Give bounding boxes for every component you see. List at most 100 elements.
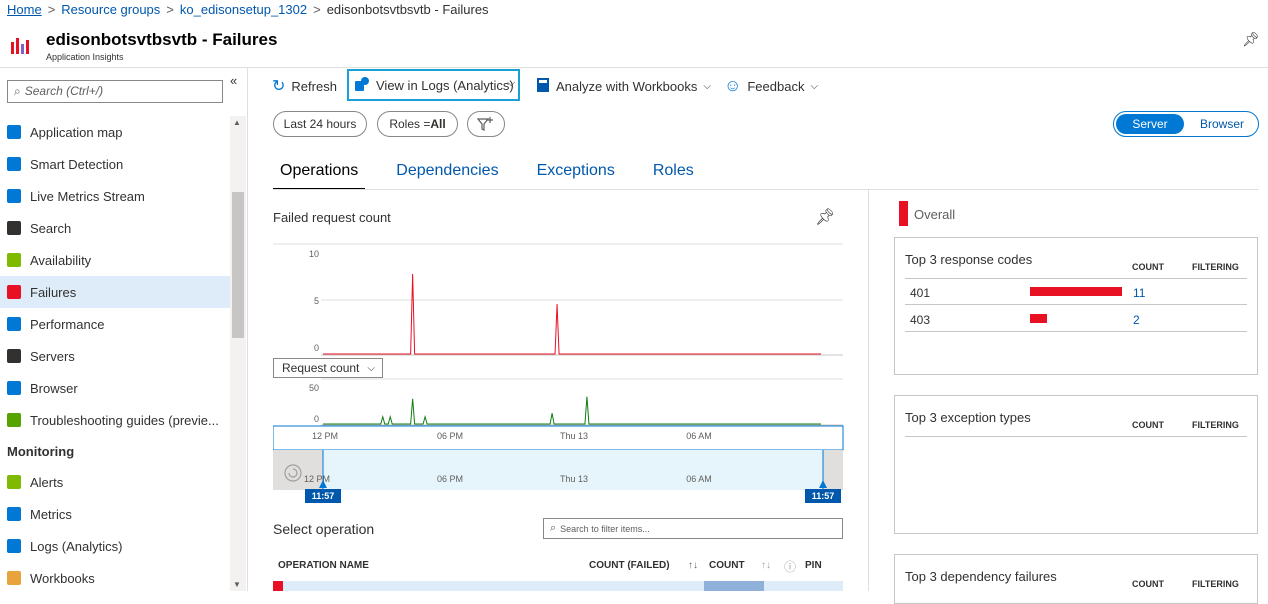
globe-icon (7, 253, 21, 267)
sidebar-item-application-map[interactable]: Application map (0, 116, 230, 148)
sidebar-scrollbar[interactable]: ▲ ▼ (230, 116, 246, 591)
sort-icon[interactable]: ↑↓ (688, 560, 698, 571)
range-start-label: 11:57 (312, 491, 335, 501)
chevron-down-icon: ⌵ (703, 80, 711, 92)
alert-icon (7, 475, 21, 489)
card-title: Top 3 dependency failures (905, 569, 1057, 584)
toggle-server[interactable]: Server (1116, 114, 1184, 134)
app-map-icon (7, 125, 21, 139)
workbooks-icon (7, 571, 21, 585)
sidebar: ⌕ Search (Ctrl+/) « Application map Smart … (0, 68, 248, 591)
collapse-sidebar-icon[interactable]: « (230, 73, 237, 88)
response-code-count[interactable]: 2 (1133, 313, 1140, 327)
scroll-thumb[interactable] (232, 192, 244, 338)
tab-dependencies[interactable]: Dependencies (389, 162, 505, 190)
pin-chart-icon[interactable]: 📌︎ (815, 207, 835, 227)
sidebar-item-troubleshooting-guides-previe[interactable]: Troubleshooting guides (previe... (0, 404, 230, 436)
add-filter-button[interactable] (467, 111, 505, 137)
analyze-workbooks-button[interactable]: Analyze with Workbooks ⌵ (536, 74, 711, 98)
table-row[interactable] (273, 581, 843, 591)
roles-pill-value: All (430, 117, 446, 131)
response-code-row[interactable]: 403 2 (905, 306, 1247, 332)
range-end-label: 11:57 (812, 491, 835, 501)
sidebar-item-browser[interactable]: Browser (0, 372, 230, 404)
sidebar-item-alerts[interactable]: Alerts (0, 466, 230, 498)
chevron-down-icon[interactable]: ⌵ (507, 77, 515, 90)
sidebar-item-label: Performance (30, 316, 105, 332)
scroll-down-icon[interactable]: ▼ (233, 580, 241, 589)
sidebar-item-label: Search (30, 220, 72, 236)
pin-icon[interactable]: 📌︎ (1242, 31, 1260, 48)
request-count-dropdown[interactable]: Request count ⌵ (273, 358, 383, 378)
sidebar-item-failures[interactable]: Failures (0, 276, 230, 308)
failed-series-line (323, 273, 821, 355)
breadcrumb-separator: > (47, 2, 56, 17)
row-failure-marker (273, 581, 283, 591)
response-code: 403 (910, 313, 931, 327)
response-code-count[interactable]: 11 (1133, 286, 1145, 300)
sidebar-item-label: Servers (30, 348, 75, 364)
sidebar-item-logs-analytics[interactable]: Logs (Analytics) (0, 530, 230, 562)
chevron-down-icon: ⌵ (810, 80, 819, 92)
filter-items-input[interactable]: ⌕ Search to filter items... (543, 518, 843, 539)
select-operation-label: Select operation (273, 521, 375, 537)
range-brush-selection[interactable] (323, 450, 823, 490)
server-browser-toggle[interactable]: Server Browser (1113, 111, 1259, 137)
col-pin[interactable]: PIN (805, 560, 822, 571)
x-axis-box (273, 425, 844, 451)
card-divider (905, 436, 1247, 437)
sort-icon[interactable]: ↑↓ (761, 560, 771, 571)
search-icon: ⌕ (14, 84, 21, 98)
roles-pill[interactable]: Roles = All (377, 111, 458, 137)
col-count[interactable]: COUNT (709, 560, 745, 571)
request-tick: 0 (314, 414, 319, 424)
toggle-browser[interactable]: Browser (1186, 112, 1258, 136)
help-icon[interactable]: ⓘ (784, 558, 796, 575)
card-title: Top 3 response codes (905, 252, 1033, 267)
col-operation-name[interactable]: OPERATION NAME (278, 560, 369, 571)
failures-icon (7, 285, 21, 299)
sidebar-item-label: Failures (30, 284, 77, 300)
sidebar-item-availability[interactable]: Availability (0, 244, 230, 276)
breadcrumb-home[interactable]: Home (7, 2, 42, 17)
breadcrumb-resource-groups[interactable]: Resource groups (61, 2, 160, 17)
browser-icon (7, 381, 21, 395)
sidebar-item-workbooks[interactable]: Workbooks (0, 562, 230, 594)
troubleshoot-icon (7, 413, 21, 427)
sidebar-search-input[interactable]: ⌕ Search (Ctrl+/) (7, 80, 223, 103)
filter-items-placeholder: Search to filter items... (560, 523, 650, 534)
smiley-icon: ☺ (724, 76, 742, 95)
sidebar-item-metrics[interactable]: Metrics (0, 498, 230, 530)
col-count-failed[interactable]: COUNT (FAILED) (589, 560, 670, 571)
sidebar-item-live-metrics-stream[interactable]: Live Metrics Stream (0, 180, 230, 212)
server-icon (7, 349, 21, 363)
tab-roles[interactable]: Roles (646, 162, 701, 190)
x-tick: 12 PM (312, 431, 338, 441)
time-range-pill[interactable]: Last 24 hours (273, 111, 367, 137)
breadcrumb-group[interactable]: ko_edisonsetup_1302 (180, 2, 307, 17)
tab-operations[interactable]: Operations (273, 162, 366, 190)
brush-x-tick: 06 PM (437, 474, 463, 484)
view-in-logs-button[interactable]: View in Logs (Analytics) (347, 69, 520, 101)
breadcrumb-separator: > (313, 2, 321, 17)
scroll-up-icon[interactable]: ▲ (233, 118, 241, 127)
sidebar-item-label: Live Metrics Stream (30, 188, 145, 204)
feedback-button[interactable]: ☺ Feedback ⌵ (724, 74, 818, 98)
sidebar-item-servers[interactable]: Servers (0, 340, 230, 372)
tab-exceptions[interactable]: Exceptions (530, 162, 622, 190)
live-metrics-icon (7, 189, 21, 203)
refresh-icon: ↻ (272, 78, 286, 95)
request-series-line (323, 396, 821, 425)
overall-legend-label: Overall (914, 207, 956, 222)
breadcrumb-current: edisonbotsvtbsvtb - Failures (326, 2, 489, 17)
refresh-button[interactable]: ↻ Refresh (272, 74, 337, 98)
sidebar-item-label: Troubleshooting guides (previe... (30, 412, 219, 428)
analyze-workbooks-label: Analyze with Workbooks (556, 78, 698, 94)
sidebar-item-performance[interactable]: Performance (0, 308, 230, 340)
operations-table-header: OPERATION NAME COUNT (FAILED) ↑↓ COUNT ↑… (273, 560, 843, 574)
sidebar-item-smart-detection[interactable]: Smart Detection (0, 148, 230, 180)
response-code-row[interactable]: 401 11 (905, 279, 1247, 305)
sidebar-section-monitoring: Monitoring (7, 443, 75, 459)
x-tick: 06 PM (437, 431, 463, 441)
sidebar-item-search[interactable]: Search (0, 212, 230, 244)
